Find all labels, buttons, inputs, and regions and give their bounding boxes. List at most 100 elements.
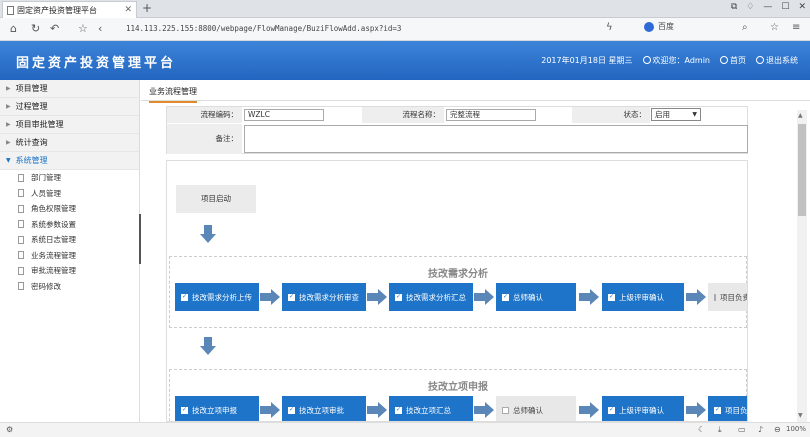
flow-step[interactable]: 项目负责人确认: [708, 283, 747, 311]
checkbox-checked-icon[interactable]: ✓: [608, 293, 615, 301]
menu-icon[interactable]: ≡: [792, 22, 800, 33]
checkbox-checked-icon[interactable]: ✓: [714, 406, 721, 414]
checkbox-checked-icon[interactable]: ✓: [181, 293, 188, 301]
flow-step[interactable]: ✓ 上级评审确认: [602, 396, 684, 421]
sidebar-item-roles[interactable]: 角色权限管理: [0, 201, 139, 217]
night-mode-icon[interactable]: ☾: [698, 425, 705, 434]
name-label: 流程名称：: [362, 107, 444, 123]
back-icon[interactable]: ‹: [98, 22, 102, 35]
sidebar-item-staff[interactable]: 人员管理: [0, 186, 139, 202]
search-engine[interactable]: 百度: [644, 21, 674, 32]
browser-tab[interactable]: 固定资产投资管理平台 ✕: [2, 1, 137, 18]
home-link[interactable]: 首页: [720, 55, 746, 66]
zoom-out-icon[interactable]: ⊖: [774, 425, 781, 434]
checkbox-checked-icon[interactable]: ✓: [608, 406, 615, 414]
download-icon[interactable]: ⤓: [718, 425, 722, 435]
scroll-up-icon[interactable]: ▲: [798, 112, 803, 119]
window-controls: ⧉ ♢ — ☐ ✕: [731, 2, 806, 12]
sidebar-item-label: 密码修改: [31, 281, 61, 291]
sidebar-item-password[interactable]: 密码修改: [0, 279, 139, 295]
checkbox-checked-icon[interactable]: ✓: [288, 293, 295, 301]
flow-step[interactable]: ✓ 技改立项审批: [282, 396, 366, 421]
checkbox-unchecked-icon[interactable]: [502, 406, 509, 414]
refresh-icon[interactable]: ↻: [31, 22, 40, 35]
flow-step-label: 技改需求分析审查: [299, 292, 359, 302]
undo-icon[interactable]: ↶: [50, 22, 59, 35]
sidebar-item-params[interactable]: 系统参数设置: [0, 217, 139, 233]
flow-step[interactable]: ✓ 项目负责人确认: [708, 396, 747, 421]
remark-field[interactable]: [244, 125, 748, 153]
vertical-scrollbar[interactable]: ▲ ▼: [797, 110, 807, 422]
sidebar-group-process[interactable]: ▶ 过程管理: [0, 98, 139, 116]
down-arrow-icon: [200, 225, 216, 243]
chevron-right-icon: ▶: [6, 85, 11, 92]
flow-step[interactable]: ✓ 技改立项汇总: [389, 396, 473, 421]
sidebar-item-label: 人员管理: [31, 188, 61, 198]
header-date: 2017年01月18日 星期三: [541, 56, 633, 65]
home-link-label: 首页: [730, 56, 746, 65]
bolt-icon[interactable]: ϟ: [606, 22, 613, 33]
scroll-down-icon[interactable]: ▼: [798, 412, 803, 419]
shirt-icon[interactable]: ♢: [746, 2, 754, 12]
settings-icon[interactable]: ⚙: [6, 425, 13, 434]
flow-step[interactable]: ✓ 技改需求分析上传: [175, 283, 259, 311]
file-icon: [18, 173, 24, 182]
sidebar-item-department[interactable]: 部门管理: [0, 170, 139, 186]
checkbox-checked-icon[interactable]: ✓: [395, 406, 402, 414]
code-field[interactable]: WZLC: [244, 109, 324, 121]
logout-link[interactable]: 退出系统: [756, 55, 798, 66]
search-icon[interactable]: ⌕: [742, 22, 748, 33]
url-field[interactable]: 114.113.225.155:8800/webpage/FlowManage/…: [118, 21, 628, 38]
sidebar-group-approval[interactable]: ▶ 项目审批管理: [0, 116, 139, 134]
bookmark-icon[interactable]: ☆: [770, 22, 779, 33]
name-field[interactable]: 完整流程: [446, 109, 536, 121]
sidebar-group-system[interactable]: ▼ 系统管理: [0, 152, 139, 170]
flow-step-label: 技改立项审批: [299, 405, 344, 415]
screen-icon[interactable]: ▭: [738, 425, 746, 434]
right-arrow-icon: [367, 289, 387, 305]
flow-step[interactable]: ✓ 技改需求分析汇总: [389, 283, 473, 311]
flow-step[interactable]: ✓ 总师确认: [496, 283, 576, 311]
sidebar-group-label: 项目管理: [15, 84, 48, 93]
home-icon[interactable]: ⌂: [10, 22, 17, 35]
checkbox-unchecked-icon[interactable]: [714, 293, 716, 301]
sidebar-item-business-flow[interactable]: 业务流程管理: [0, 248, 139, 264]
sidebar-item-logs[interactable]: 系统日志管理: [0, 232, 139, 248]
status-select[interactable]: 启用 ▼: [651, 108, 701, 121]
favorites-icon[interactable]: ☆: [78, 22, 88, 35]
sound-icon[interactable]: ♪: [758, 425, 763, 434]
file-icon: [18, 251, 24, 260]
start-node[interactable]: 项目启动: [176, 185, 256, 213]
flow-step[interactable]: ✓ 上级评审确认: [602, 283, 684, 311]
checkbox-checked-icon[interactable]: ✓: [502, 293, 509, 301]
checkbox-checked-icon[interactable]: ✓: [288, 406, 295, 414]
sidebar-group-project[interactable]: ▶ 项目管理: [0, 80, 139, 98]
flow-step-label: 技改需求分析汇总: [406, 292, 466, 302]
right-arrow-icon: [686, 402, 706, 418]
sidebar-group-stats[interactable]: ▶ 统计查询: [0, 134, 139, 152]
restore-icon[interactable]: ⧉: [731, 2, 737, 12]
close-window-icon[interactable]: ✕: [798, 2, 806, 12]
chevron-right-icon: ▶: [6, 121, 11, 128]
zoom-level[interactable]: 100%: [786, 425, 806, 433]
search-engine-label: 百度: [658, 22, 674, 31]
down-arrow-icon: [200, 337, 216, 355]
maximize-icon[interactable]: ☐: [781, 2, 789, 12]
close-tab-icon[interactable]: ✕: [124, 5, 132, 15]
sidebar-item-approval-flow[interactable]: 审批流程管理: [0, 263, 139, 279]
flow-step[interactable]: 总师确认: [496, 396, 576, 421]
right-arrow-icon: [686, 289, 706, 305]
checkbox-checked-icon[interactable]: ✓: [395, 293, 402, 301]
minimize-icon[interactable]: —: [763, 2, 772, 12]
flow-step[interactable]: ✓ 技改立项申报: [175, 396, 259, 421]
scrollbar-thumb[interactable]: [798, 124, 806, 216]
flow-step-label: 技改立项汇总: [406, 405, 451, 415]
checkbox-checked-icon[interactable]: ✓: [181, 406, 188, 414]
file-icon: [18, 204, 24, 213]
right-arrow-icon: [474, 402, 494, 418]
right-arrow-icon: [260, 402, 280, 418]
right-arrow-icon: [474, 289, 494, 305]
flow-step-label: 总师确认: [513, 405, 543, 415]
new-tab-icon[interactable]: +: [142, 1, 152, 15]
flow-step[interactable]: ✓ 技改需求分析审查: [282, 283, 366, 311]
